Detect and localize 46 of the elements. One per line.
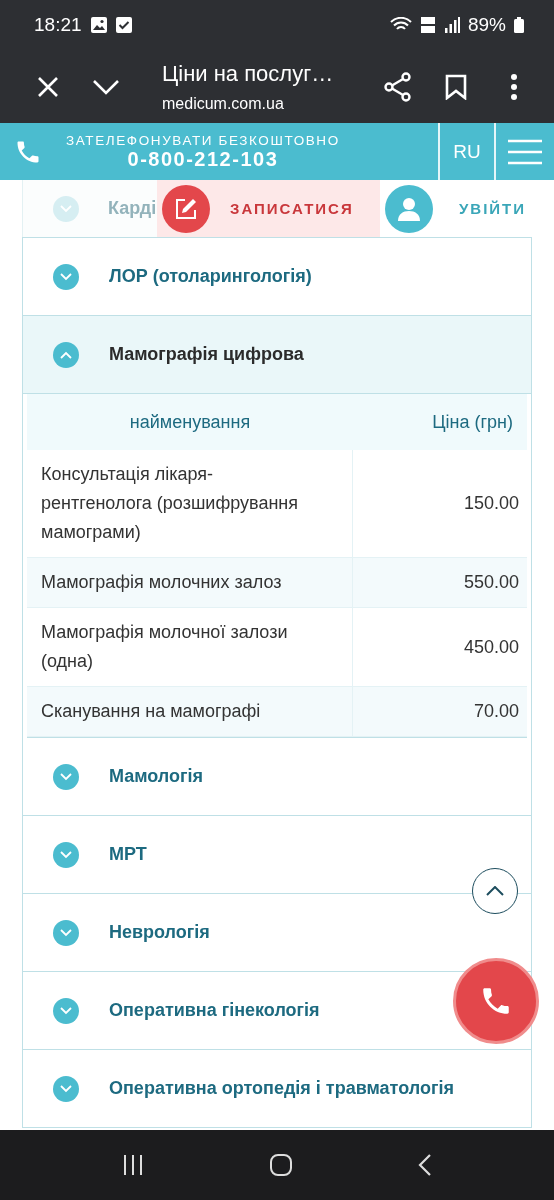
image-icon [89,16,108,34]
section-title: Карді [108,198,157,219]
close-icon [37,75,59,98]
accordion-header[interactable]: Оперативна гінекологія [53,993,320,1028]
recent-apps-icon[interactable] [122,1154,145,1176]
chevron-icon [53,195,79,222]
table-cell: Сканування на мамографі [27,687,353,736]
book-button[interactable]: ЗАПИСАТИСЯ [157,180,380,237]
chevron-up-icon [53,341,79,368]
page-title: Ціни на послуг… [162,60,335,87]
chevron-down-icon [53,1075,79,1102]
chevron-down-icon [53,763,79,790]
table-cell: Мамографія молочної залози (одна) [27,608,353,686]
column-header: найменування [128,411,252,433]
accordion-header[interactable]: Оперативна ортопедія і травматологія [53,1071,454,1106]
chevron-down-icon [53,919,79,946]
chevron-down-icon [53,841,79,868]
price-cell-text: 550.00 [462,571,520,594]
price-cell-text: 450.00 [462,635,520,659]
table-cell: Мамографія молочних залоз [27,558,353,607]
more-icon [510,73,518,100]
battery-percent: 89% [467,14,506,36]
accordion-header[interactable]: ЛОР (отоларингологія) [53,259,312,294]
clock-time: 18:21 [34,14,82,36]
chevron-down-icon [92,78,120,95]
chevron-down-icon [53,997,79,1024]
back-icon[interactable] [417,1153,432,1177]
user-icon [397,195,421,222]
call-label: ЗАТЕЛЕФОНУВАТИ БЕЗКОШТОВНО [66,132,340,148]
table-cell: Консультація лікаря-рентгенолога (розшифрування мамограми) [27,450,353,557]
page-url: medicum.com.ua [162,94,285,113]
bookmark-icon [445,73,467,100]
checkbox-icon [115,16,132,34]
share-icon [384,71,412,102]
accordion-header[interactable]: Неврологія [53,915,210,950]
column-header: Ціна (грн) [431,411,514,433]
menu-icon [508,138,542,165]
price-cell-text: 150.00 [462,492,520,515]
chevron-up-icon [486,886,504,896]
chevron-down-icon [53,263,79,290]
accordion-header[interactable]: МРТ [53,837,147,872]
home-icon[interactable] [269,1153,293,1177]
price-cell-text: 70.00 [472,700,520,723]
signal-icon [443,17,460,33]
accordion-header[interactable]: Мамологія [53,759,204,794]
battery-icon [514,17,524,33]
